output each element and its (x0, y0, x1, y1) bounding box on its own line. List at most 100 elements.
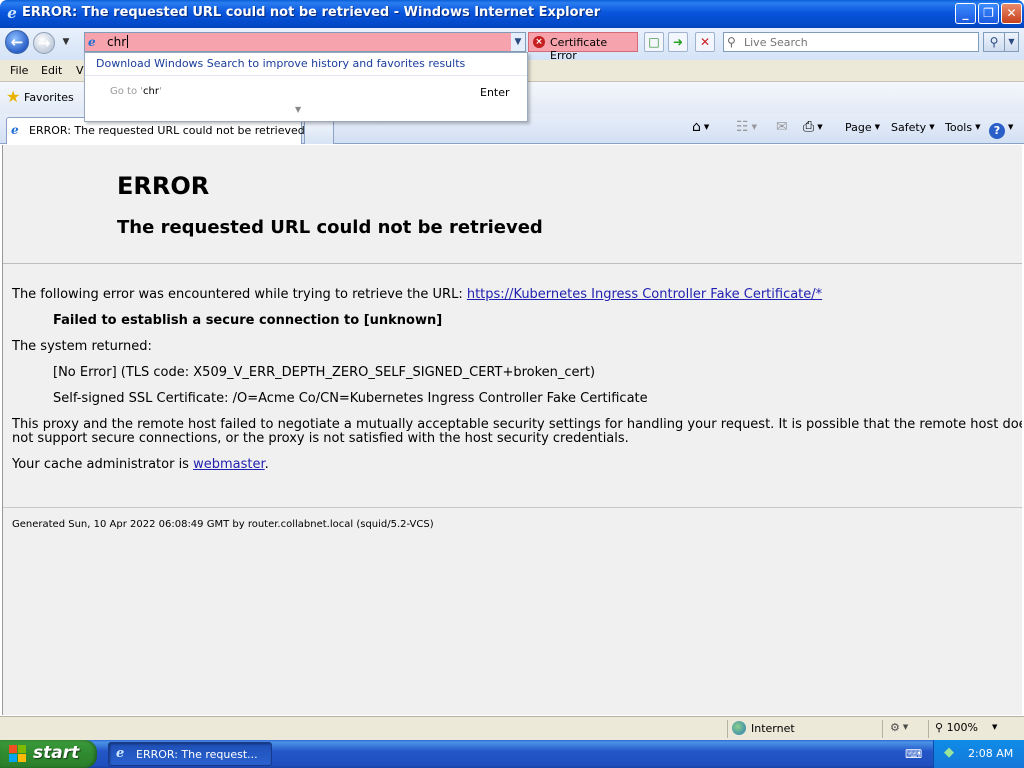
address-value: chr (107, 35, 127, 49)
window-title: ERROR: The requested URL could not be re… (22, 5, 601, 20)
clock[interactable]: 2:08 AM (968, 747, 1013, 760)
intro-text: The following error was encountered whil… (12, 287, 467, 302)
zoom-dropdown-icon: ▼ (992, 723, 998, 731)
page-dropdown-icon: ▼ (874, 123, 881, 131)
zoom-control[interactable]: ⚲ 100% ▼ (935, 721, 997, 734)
page-content: ERROR The requested URL could not be ret… (2, 145, 1022, 715)
print-dropdown-icon: ▼ (817, 123, 823, 131)
print-button[interactable]: ⎙ ▼ (803, 118, 823, 136)
protected-mode-button[interactable]: ⚙ ▼ (890, 721, 908, 734)
status-bar: Internet ⚙ ▼ ⚲ 100% ▼ (0, 716, 1024, 740)
safety-dropdown-icon: ▼ (929, 123, 935, 131)
help-dropdown-icon: ▼ (1008, 123, 1014, 131)
search-box[interactable]: ⚲ (723, 32, 979, 52)
menu-edit[interactable]: Edit (41, 64, 62, 77)
zone-label: Internet (751, 722, 795, 735)
safety-menu-button[interactable]: Safety ▼ (891, 118, 935, 136)
taskbar-window-label: ERROR: The request... (136, 748, 258, 761)
favorites-button[interactable]: ★ Favorites (4, 87, 74, 109)
address-dropdown-button[interactable]: ▼ (511, 32, 526, 52)
goto-suffix: ' (158, 86, 162, 97)
explanation-line-1: This proxy and the remote host failed to… (12, 417, 1022, 432)
text-caret (127, 35, 129, 48)
certificate-error-label: Certificate Error (550, 36, 608, 62)
generated-footer: Generated Sun, 10 Apr 2022 06:08:49 GMT … (12, 519, 434, 530)
stop-button[interactable]: ✕ (695, 32, 715, 52)
search-input[interactable] (744, 34, 974, 50)
forward-button[interactable]: → (33, 32, 55, 54)
network-tray-icon[interactable]: ◆ (944, 745, 960, 761)
home-button[interactable]: ⌂ ▼ (692, 118, 709, 136)
self-signed-cert-text: Self-signed SSL Certificate: /O=Acme Co/… (53, 391, 648, 406)
favorites-star-icon: ★ (6, 87, 21, 106)
back-button[interactable]: ← (5, 30, 29, 54)
protected-dropdown-icon: ▼ (902, 723, 909, 731)
feeds-button[interactable]: ☷ ▼ (736, 118, 757, 136)
goto-suggestion[interactable]: Go to 'chr' (110, 86, 162, 97)
minimize-button[interactable]: _ (955, 3, 976, 24)
mail-icon: ✉ (776, 119, 788, 135)
certificate-error-button[interactable]: × Certificate Error (528, 32, 638, 62)
rss-feed-icon: ☷ (736, 119, 749, 135)
windows-taskbar: start e ERROR: The request... ⌨ ◆ 2:08 A… (0, 740, 1024, 768)
page-menu-button[interactable]: Page ▼ (845, 118, 880, 136)
search-button[interactable]: ⚲ (983, 32, 1005, 52)
keyboard-icon[interactable]: ⌨ (905, 747, 922, 761)
read-mail-button[interactable]: ✉ (776, 118, 788, 136)
zoom-level: 100% (946, 721, 979, 734)
safety-menu-label: Safety (891, 121, 927, 134)
windows-flag-icon (9, 745, 27, 763)
start-button[interactable]: start (0, 740, 97, 768)
page-heading: ERROR (117, 172, 210, 200)
forward-arrow-icon: → (37, 34, 51, 52)
windows-search-hint-link[interactable]: Download Windows Search to improve histo… (96, 57, 465, 70)
expand-more-icon[interactable]: ▼ (295, 105, 301, 114)
enter-hint: Enter (480, 86, 510, 99)
security-zone[interactable]: Internet (732, 721, 795, 735)
go-button[interactable]: ➜ (668, 32, 688, 52)
status-divider (727, 720, 728, 738)
back-arrow-icon: ← (10, 33, 24, 51)
zoom-magnifier-icon: ⚲ (935, 721, 944, 734)
search-options-dropdown[interactable]: ▼ (1005, 32, 1019, 52)
close-button[interactable]: ✕ (1001, 3, 1022, 24)
tools-menu-button[interactable]: Tools ▼ (945, 118, 981, 136)
window-titlebar[interactable]: e ERROR: The requested URL could not be … (0, 0, 1024, 28)
shield-error-icon: × (533, 36, 545, 48)
ie-logo-icon: e (7, 4, 17, 22)
help-button[interactable]: ? ▼ (989, 118, 1014, 139)
system-returned-label: The system returned: (12, 339, 152, 354)
page-subheading: The requested URL could not be retrieved (117, 217, 543, 238)
footer-divider (3, 507, 1022, 508)
maximize-button[interactable]: ❐ (978, 3, 999, 24)
address-bar[interactable]: e chr (84, 32, 512, 52)
feeds-dropdown-icon: ▼ (751, 123, 757, 131)
address-autocomplete-dropdown: Download Windows Search to improve histo… (84, 52, 528, 122)
favorites-label: Favorites (24, 91, 74, 104)
new-tab-button[interactable] (304, 119, 334, 144)
goto-prefix: Go to ' (110, 86, 144, 97)
dropdown-divider (85, 75, 527, 76)
help-icon: ? (989, 123, 1005, 139)
start-label: start (33, 743, 80, 763)
error-header: ERROR The requested URL could not be ret… (3, 145, 1022, 264)
admin-suffix: . (264, 457, 269, 472)
page-icon: e (88, 35, 96, 49)
tls-error-text: [No Error] (TLS code: X509_V_ERR_DEPTH_Z… (53, 365, 596, 380)
ie-taskbar-icon: e (116, 746, 125, 761)
home-icon: ⌂ (692, 119, 701, 135)
lock-icon: ⚙ (890, 721, 900, 734)
recent-pages-dropdown[interactable]: ▼ (60, 37, 72, 47)
taskbar-ie-window[interactable]: e ERROR: The request... (108, 742, 272, 766)
printer-icon: ⎙ (803, 119, 815, 135)
system-tray: ◆ 2:08 AM (933, 740, 1024, 768)
menu-file[interactable]: File (10, 64, 28, 77)
failure-message: Failed to establish a secure connection … (53, 313, 443, 328)
address-input[interactable]: chr (107, 35, 129, 49)
explanation-line-2: not support secure connections, or the p… (12, 431, 629, 446)
webmaster-link[interactable]: webmaster (193, 457, 265, 472)
compatibility-view-button[interactable]: □ (644, 32, 664, 52)
failed-url-link[interactable]: https://Kubernetes Ingress Controller Fa… (467, 287, 822, 302)
admin-prefix: Your cache administrator is (12, 457, 194, 472)
page-menu-label: Page (845, 121, 872, 134)
